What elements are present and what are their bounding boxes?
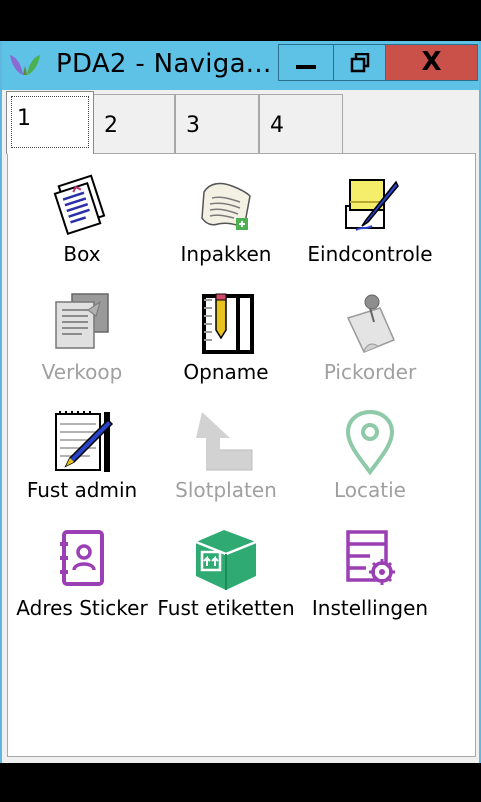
tile-label: Pickorder <box>323 360 417 384</box>
tile-opname[interactable]: Opname <box>152 288 300 398</box>
tile-pickorder[interactable]: Pickorder <box>296 288 444 398</box>
tab-label: 3 <box>186 113 200 138</box>
minimize-button[interactable] <box>278 44 334 81</box>
notepad-fountain-pen-icon <box>55 411 114 472</box>
tile-verkoop[interactable]: Verkoop <box>8 288 156 398</box>
tile-label: Opname <box>183 360 269 384</box>
tile-fust-admin[interactable]: Fust admin <box>8 406 156 516</box>
list-settings-icon <box>346 530 395 585</box>
tab-4[interactable]: 4 <box>259 94 343 153</box>
tile-label: Locatie <box>334 478 406 502</box>
tile-eindcontrole[interactable]: Eindcontrole <box>296 170 444 280</box>
tile-inpakken[interactable]: Inpakken <box>152 170 300 280</box>
app-logo-icon <box>10 55 40 75</box>
map-pin-icon <box>345 409 395 476</box>
tile-label: Eindcontrole <box>307 242 433 266</box>
arrow-turn-icon <box>196 412 253 471</box>
app-window: PDA2 - Naviga... X 1 2 3 4 Box Inpakken … <box>0 41 481 763</box>
tab-panel: Box Inpakken Eindcontrole Verkoop Opname… <box>7 153 476 757</box>
pinned-note-icon <box>346 294 395 353</box>
tab-3[interactable]: 3 <box>175 94 259 153</box>
tile-adres-sticker[interactable]: Adres Sticker <box>8 524 156 634</box>
tile-label: Instellingen <box>311 596 429 620</box>
package-icon <box>195 530 257 590</box>
tab-label: 4 <box>270 113 284 138</box>
tile-label: Fust etiketten <box>157 596 295 620</box>
tab-strip: 1 2 3 4 <box>2 91 479 154</box>
tab-1[interactable]: 1 <box>6 91 94 154</box>
window-title: PDA2 - Naviga... <box>56 49 272 79</box>
tile-fust-etiketten[interactable]: Fust etiketten <box>152 524 300 634</box>
title-bar[interactable]: PDA2 - Naviga... X <box>2 41 479 90</box>
tile-slotplaten[interactable]: Slotplaten <box>152 406 300 516</box>
tab-2[interactable]: 2 <box>93 94 175 153</box>
address-book-icon <box>60 530 104 586</box>
close-icon: X <box>421 47 442 77</box>
tile-instellingen[interactable]: Instellingen <box>296 524 444 634</box>
restore-icon <box>350 53 370 73</box>
close-button[interactable]: X <box>386 44 478 81</box>
tile-label: Inpakken <box>180 242 272 266</box>
tile-box[interactable]: Box <box>8 170 156 280</box>
tab-label: 1 <box>17 106 31 131</box>
tile-label: Slotplaten <box>175 478 277 502</box>
tab-label: 2 <box>104 113 118 138</box>
restore-button[interactable] <box>334 44 386 81</box>
minimize-icon <box>296 65 316 69</box>
scroll-icon <box>201 182 251 230</box>
notepad-pen-icon <box>345 179 399 231</box>
notebook-pencil-icon <box>202 293 254 354</box>
tile-locatie[interactable]: Locatie <box>296 406 444 516</box>
documents-icon <box>53 174 106 235</box>
document-stack-icon <box>55 293 109 349</box>
